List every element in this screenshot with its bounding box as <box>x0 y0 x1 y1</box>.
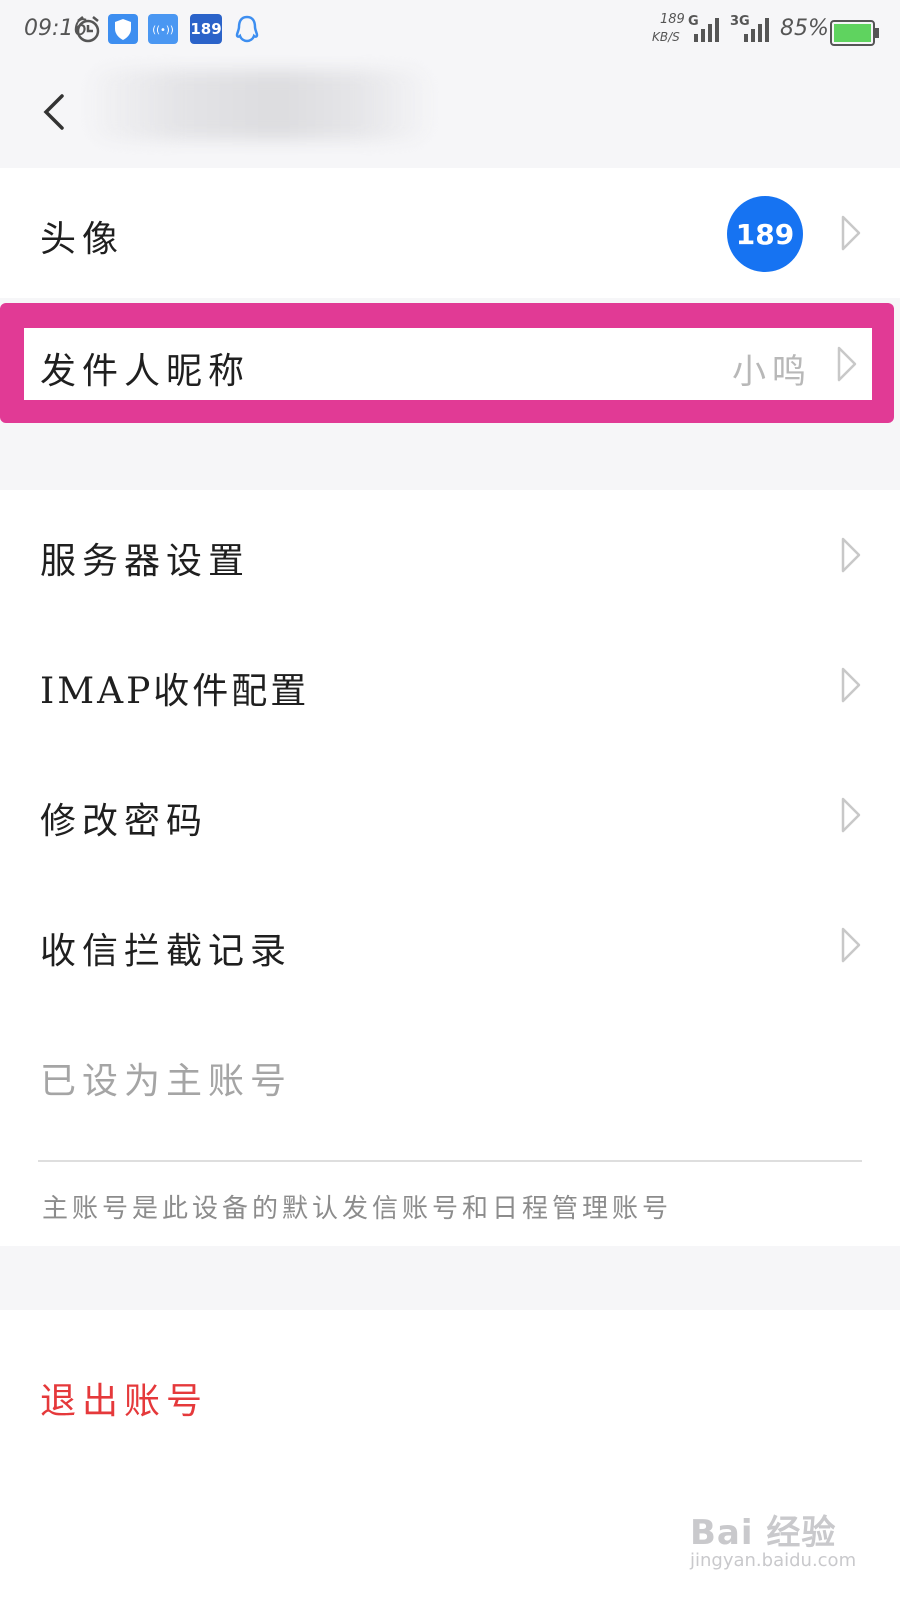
qq-icon <box>235 15 259 43</box>
nickname-row[interactable]: 发件人昵称 小鸣 <box>24 328 872 400</box>
mail-189-icon: 189 <box>190 14 222 44</box>
avatar-label: 头像 <box>40 219 125 260</box>
status-bar: 09:16 ((•)) 189 189 KB/S G 3G 85% <box>0 0 900 60</box>
page-title-blurred <box>90 70 430 140</box>
blocked-mail-label: 收信拦截记录 <box>40 931 293 972</box>
avatar-row[interactable]: 头像 189 <box>0 168 900 298</box>
server-settings-row[interactable]: 服务器设置 <box>0 490 900 620</box>
logout-button[interactable]: 退出账号 <box>40 1372 208 1424</box>
battery-icon <box>830 20 879 46</box>
shield-icon <box>108 14 138 44</box>
svg-text:((•)): ((•)) <box>152 25 174 36</box>
chevron-right-icon <box>841 667 861 703</box>
imap-config-label: IMAP收件配置 <box>40 671 310 712</box>
nickname-value: 小鸣 <box>732 352 812 392</box>
imap-config-row[interactable]: IMAP收件配置 <box>0 620 900 750</box>
baidu-watermark: Bai 经验 <box>690 1513 837 1553</box>
blocked-mail-row[interactable]: 收信拦截记录 <box>0 880 900 1010</box>
divider <box>38 1160 862 1162</box>
baidu-watermark-url: jingyan.baidu.com <box>690 1550 857 1571</box>
avatar: 189 <box>727 196 803 272</box>
signal-icon <box>694 18 719 42</box>
battery-percent: 85% <box>780 16 829 41</box>
chevron-right-icon <box>837 346 857 382</box>
chevron-right-icon <box>841 215 861 251</box>
signal-3g-icon <box>744 18 769 42</box>
speed-unit: KB/S <box>652 30 680 44</box>
primary-account-label: 已设为主账号 <box>40 1061 293 1102</box>
alarm-icon <box>76 16 100 43</box>
hotspot-icon: ((•)) <box>148 14 178 44</box>
primary-account-note: 主账号是此设备的默认发信账号和日程管理账号 <box>42 1194 673 1224</box>
back-button[interactable] <box>30 82 80 142</box>
change-password-label: 修改密码 <box>40 801 209 842</box>
speed-value: 189 <box>660 12 685 27</box>
server-settings-label: 服务器设置 <box>40 541 251 582</box>
chevron-right-icon <box>841 797 861 833</box>
chevron-right-icon <box>841 927 861 963</box>
change-password-row[interactable]: 修改密码 <box>0 750 900 880</box>
chevron-right-icon <box>841 537 861 573</box>
nickname-label: 发件人昵称 <box>40 351 251 392</box>
